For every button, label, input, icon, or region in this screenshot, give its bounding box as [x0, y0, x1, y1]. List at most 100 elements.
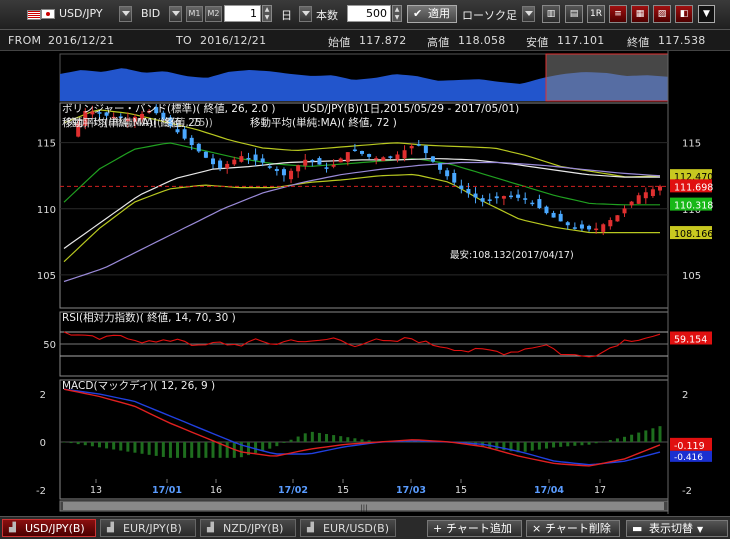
chart-icon: ▟ [207, 523, 214, 533]
candlestick-icon[interactable]: ▥ [542, 5, 560, 23]
macd-hist-bar [254, 442, 258, 453]
menu-dropdown-button[interactable]: ▼ [698, 5, 715, 23]
tab-eurusd[interactable]: ▟ EUR/USD(B) [300, 519, 396, 537]
settings-red-icon[interactable]: ▨ [653, 5, 671, 23]
candle-body [416, 144, 421, 146]
x-tick: 15 [455, 485, 467, 496]
candle-body [211, 158, 215, 165]
price-type-select[interactable]: BID [141, 7, 160, 20]
price-badge-text: 108.166 [674, 229, 713, 240]
candle-body [331, 164, 336, 167]
candle-body [537, 199, 542, 209]
candle-body [430, 156, 435, 162]
macd-hist-bar [317, 432, 321, 442]
y-tick-right: 115 [682, 139, 701, 150]
indicator-icon[interactable]: ▤ [565, 5, 583, 23]
period-unit-label: 日 [281, 9, 292, 22]
macd-hist-bar [140, 442, 144, 454]
candle-body [218, 160, 223, 169]
macd-hist-bar [523, 442, 527, 452]
switch-view-button[interactable]: ▬ 表示切替 ▼ [626, 520, 728, 537]
macd-hist-bar [183, 442, 187, 458]
add-chart-button[interactable]: + チャート追加 [427, 520, 522, 537]
macd-hist-bar [658, 426, 662, 442]
ohlc-info-bar: FROM 2016/12/21 TO 2016/12/21 始値 117.872… [0, 30, 730, 51]
macd-hist-bar [310, 431, 314, 442]
candle-body [438, 163, 443, 170]
apply-button[interactable]: ✔ 適用 [407, 5, 457, 23]
macd-hist-bar [580, 442, 584, 446]
tool-red-icon[interactable]: ◧ [675, 5, 693, 23]
period-unit-dropdown-button[interactable] [299, 6, 312, 22]
count-input[interactable]: 500 [347, 5, 391, 22]
candle-body [544, 206, 549, 214]
macd-hist-bar [644, 430, 648, 442]
period-spinner[interactable]: ▲ ▼ [262, 5, 272, 22]
open-value: 117.872 [359, 34, 407, 47]
symbol-select[interactable]: USD/JPY [59, 7, 103, 20]
period-input[interactable]: 1 [224, 5, 261, 22]
candle-body [622, 208, 627, 214]
horizontal-line-red-icon[interactable]: ▦ [631, 5, 649, 23]
candle-body [530, 202, 535, 205]
macd-hist-bar [608, 440, 612, 442]
chart-area[interactable]: 115115110110105105112.470111.698110.3181… [0, 51, 730, 514]
plus-icon: + [433, 522, 443, 535]
candle-body [324, 167, 329, 169]
m1-button[interactable]: M1 [186, 6, 203, 22]
candle-body [246, 157, 251, 160]
candle-body [459, 185, 464, 189]
chevron-down-icon [122, 11, 130, 16]
macd-hist-bar [346, 437, 350, 442]
macd-hist-bar [566, 442, 570, 447]
chart-type-select[interactable]: ローソク足 [462, 7, 517, 23]
macd-hist-bar [147, 442, 151, 455]
delete-chart-button[interactable]: × チャート削除 [526, 520, 620, 537]
apply-label: 適用 [428, 7, 450, 20]
tab-label: NZD/JPY(B) [223, 522, 284, 535]
candle-body [608, 220, 613, 227]
tab-usdjpy[interactable]: ▟ USD/JPY(B) [2, 519, 96, 537]
overview-selection[interactable] [545, 53, 669, 102]
candle-body [594, 228, 599, 231]
candle-body [402, 150, 407, 159]
chart-type-dropdown-button[interactable] [522, 6, 535, 22]
tab-eurjpy[interactable]: ▟ EUR/JPY(B) [100, 519, 196, 537]
macd-hist-bar [225, 442, 229, 458]
tab-nzdjpy[interactable]: ▟ NZD/JPY(B) [200, 519, 296, 537]
y-tick-left: 110 [37, 205, 56, 216]
macd-tick-left: -2 [36, 486, 46, 497]
macd-hist-bar [573, 442, 577, 446]
svg-text:|||: ||| [360, 504, 367, 512]
m2-button[interactable]: M2 [205, 6, 222, 22]
from-label: FROM [8, 34, 42, 47]
tab-label: EUR/USD(B) [323, 522, 389, 535]
candle-body [281, 169, 286, 176]
macd-hist-bar [176, 442, 180, 458]
candle-body [360, 150, 364, 154]
candle-body [175, 129, 180, 133]
y-tick-left: 115 [37, 139, 56, 150]
one-range-icon[interactable]: 1R [587, 5, 605, 23]
x-tick: 17/03 [396, 485, 426, 496]
count-label: 本数 [316, 9, 338, 22]
macd-hist-bar [552, 442, 556, 448]
symbol-dropdown-button[interactable] [119, 6, 132, 22]
candle-body [643, 192, 648, 199]
y-tick-left: 105 [37, 271, 56, 282]
candle-body [388, 156, 393, 158]
candle-body [601, 224, 606, 232]
chevron-down-icon [172, 11, 180, 16]
candle-body [232, 159, 237, 165]
candle-body [182, 129, 187, 139]
candle-body [615, 215, 620, 222]
trendline-red-icon[interactable]: ≡ [609, 5, 627, 23]
macd-hist-bar [601, 441, 605, 443]
candle-body [367, 154, 372, 157]
candle-body [296, 165, 301, 172]
candle-body [260, 158, 265, 163]
price-type-dropdown-button[interactable] [169, 6, 182, 22]
jpy-flag-icon [41, 9, 55, 19]
delete-chart-label: チャート削除 [545, 522, 611, 535]
count-spinner[interactable]: ▲ ▼ [392, 5, 402, 22]
